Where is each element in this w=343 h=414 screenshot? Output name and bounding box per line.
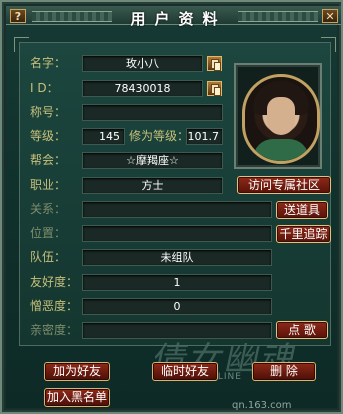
relation-label: 关系： — [30, 202, 67, 216]
title-ornament-right — [238, 11, 318, 22]
corner-ornament — [14, 37, 29, 52]
relation-field — [82, 201, 272, 218]
website-url: qn.163.com — [232, 400, 292, 411]
name-label: 名字： — [30, 56, 67, 70]
temp-friend-button[interactable]: 临时好友 — [152, 362, 218, 381]
track-button[interactable]: 千里追踪 — [276, 225, 331, 243]
job-label: 职业： — [30, 178, 67, 192]
team-field: 未组队 — [82, 249, 272, 266]
guild-label: 帮会： — [30, 153, 67, 167]
level-field: 145 — [82, 128, 125, 145]
cultivation-field: 101.7 — [186, 128, 223, 145]
add-blacklist-button[interactable]: 加入黑名单 — [44, 388, 110, 407]
team-label: 队伍： — [30, 250, 67, 264]
job-field: 方士 — [82, 177, 223, 194]
copy-id-icon[interactable] — [207, 81, 222, 96]
window-title: 用户资料 — [130, 10, 227, 28]
close-button[interactable]: ✕ — [322, 9, 338, 23]
copy-name-icon[interactable] — [207, 56, 222, 71]
name-field: 玫小八 — [82, 55, 203, 72]
avatar — [234, 63, 322, 169]
add-friend-button[interactable]: 加为好友 — [44, 362, 110, 381]
avatar-collar — [253, 139, 309, 161]
id-field: 78430018 — [82, 80, 203, 97]
friendship-label: 友好度： — [30, 275, 79, 289]
user-profile-window: ? 用户资料 ✕ 名字： 玫小八 I D： 78430018 称号： 等级： 1… — [0, 0, 343, 414]
guild-field: ☆摩羯座☆ — [82, 152, 223, 169]
level-label: 等级： — [30, 129, 67, 143]
position-label: 位置： — [30, 226, 67, 240]
delete-button[interactable]: 删 除 — [252, 362, 316, 381]
cultivation-label: 修为等级： — [129, 129, 190, 143]
send-item-button[interactable]: 送道具 — [276, 201, 328, 219]
avatar-frame — [242, 74, 320, 164]
title-ornament-left — [32, 11, 112, 22]
hatred-label: 憎恶度： — [30, 299, 79, 313]
title-label: 称号： — [30, 105, 67, 119]
visit-community-button[interactable]: 访问专属社区 — [237, 176, 331, 194]
title-field — [82, 104, 223, 121]
position-field — [82, 225, 272, 242]
intimacy-label: 亲密度： — [30, 323, 79, 337]
title-bar[interactable]: ? 用户资料 ✕ — [6, 6, 341, 28]
corner-ornament — [321, 37, 336, 52]
help-button[interactable]: ? — [10, 9, 26, 23]
hatred-field: 0 — [82, 298, 272, 315]
id-label: I D： — [30, 81, 59, 95]
friendship-field: 1 — [82, 274, 272, 291]
avatar-face — [267, 97, 295, 135]
